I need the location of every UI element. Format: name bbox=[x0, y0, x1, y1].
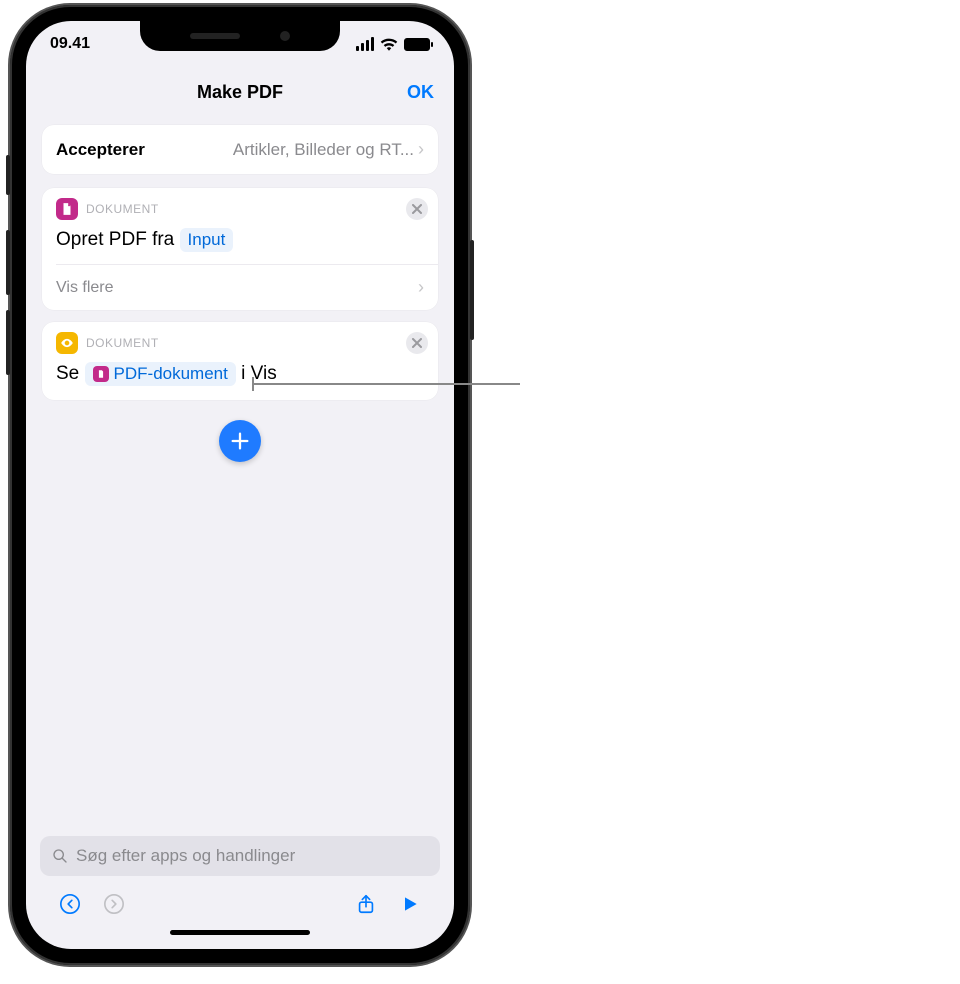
chevron-right-icon: › bbox=[418, 277, 424, 298]
run-button[interactable] bbox=[388, 888, 432, 920]
action-create-pdf: DOKUMENT Opret PDF fra Input Vis flere › bbox=[42, 188, 438, 310]
accepts-value: Artikler, Billeder og RT... › bbox=[233, 139, 424, 160]
document-icon bbox=[56, 198, 78, 220]
chevron-right-icon: › bbox=[418, 139, 424, 160]
action-body[interactable]: Opret PDF fra Input bbox=[42, 226, 438, 264]
input-token[interactable]: Input bbox=[180, 228, 234, 252]
power-button bbox=[470, 240, 474, 340]
volume-down-button bbox=[6, 310, 10, 375]
action-view-pdf: DOKUMENT Se PDF-dokument i Vis bbox=[42, 322, 438, 400]
nav-bar: Make PDF OK bbox=[26, 67, 454, 117]
ok-button[interactable]: OK bbox=[407, 82, 434, 103]
action-body[interactable]: Se PDF-dokument i Vis bbox=[42, 360, 438, 400]
volume-up-button bbox=[6, 230, 10, 295]
search-input[interactable]: Søg efter apps og handlinger bbox=[40, 836, 440, 876]
action-category: DOKUMENT bbox=[86, 336, 159, 350]
page-title: Make PDF bbox=[197, 82, 283, 103]
mute-switch bbox=[6, 155, 10, 195]
notch bbox=[140, 21, 340, 51]
search-icon bbox=[52, 848, 68, 864]
phone-frame: 09.41 Make PDF OK Accepterer Artikler, B… bbox=[10, 5, 470, 965]
status-right bbox=[356, 37, 430, 51]
eye-icon bbox=[56, 332, 78, 354]
accepts-row[interactable]: Accepterer Artikler, Billeder og RT... › bbox=[42, 125, 438, 174]
show-more-button[interactable]: Vis flere › bbox=[42, 265, 438, 310]
document-icon bbox=[93, 366, 109, 382]
search-placeholder: Søg efter apps og handlinger bbox=[76, 846, 295, 866]
bottom-area: Søg efter apps og handlinger bbox=[26, 836, 454, 949]
redo-button bbox=[92, 888, 136, 920]
undo-button[interactable] bbox=[48, 888, 92, 920]
toolbar bbox=[40, 876, 440, 924]
cellular-icon bbox=[356, 37, 374, 51]
remove-action-button[interactable] bbox=[406, 198, 428, 220]
share-button[interactable] bbox=[344, 888, 388, 920]
home-indicator[interactable] bbox=[170, 930, 310, 935]
accepts-label: Accepterer bbox=[56, 140, 145, 160]
wifi-icon bbox=[380, 37, 398, 51]
battery-icon bbox=[404, 38, 430, 51]
remove-action-button[interactable] bbox=[406, 332, 428, 354]
status-time: 09.41 bbox=[50, 35, 90, 53]
callout-line bbox=[252, 383, 520, 385]
pdf-document-token[interactable]: PDF-dokument bbox=[85, 362, 236, 386]
add-action-button[interactable] bbox=[219, 420, 261, 462]
action-category: DOKUMENT bbox=[86, 202, 159, 216]
screen: 09.41 Make PDF OK Accepterer Artikler, B… bbox=[26, 21, 454, 949]
content-area: Accepterer Artikler, Billeder og RT... › bbox=[26, 117, 454, 836]
